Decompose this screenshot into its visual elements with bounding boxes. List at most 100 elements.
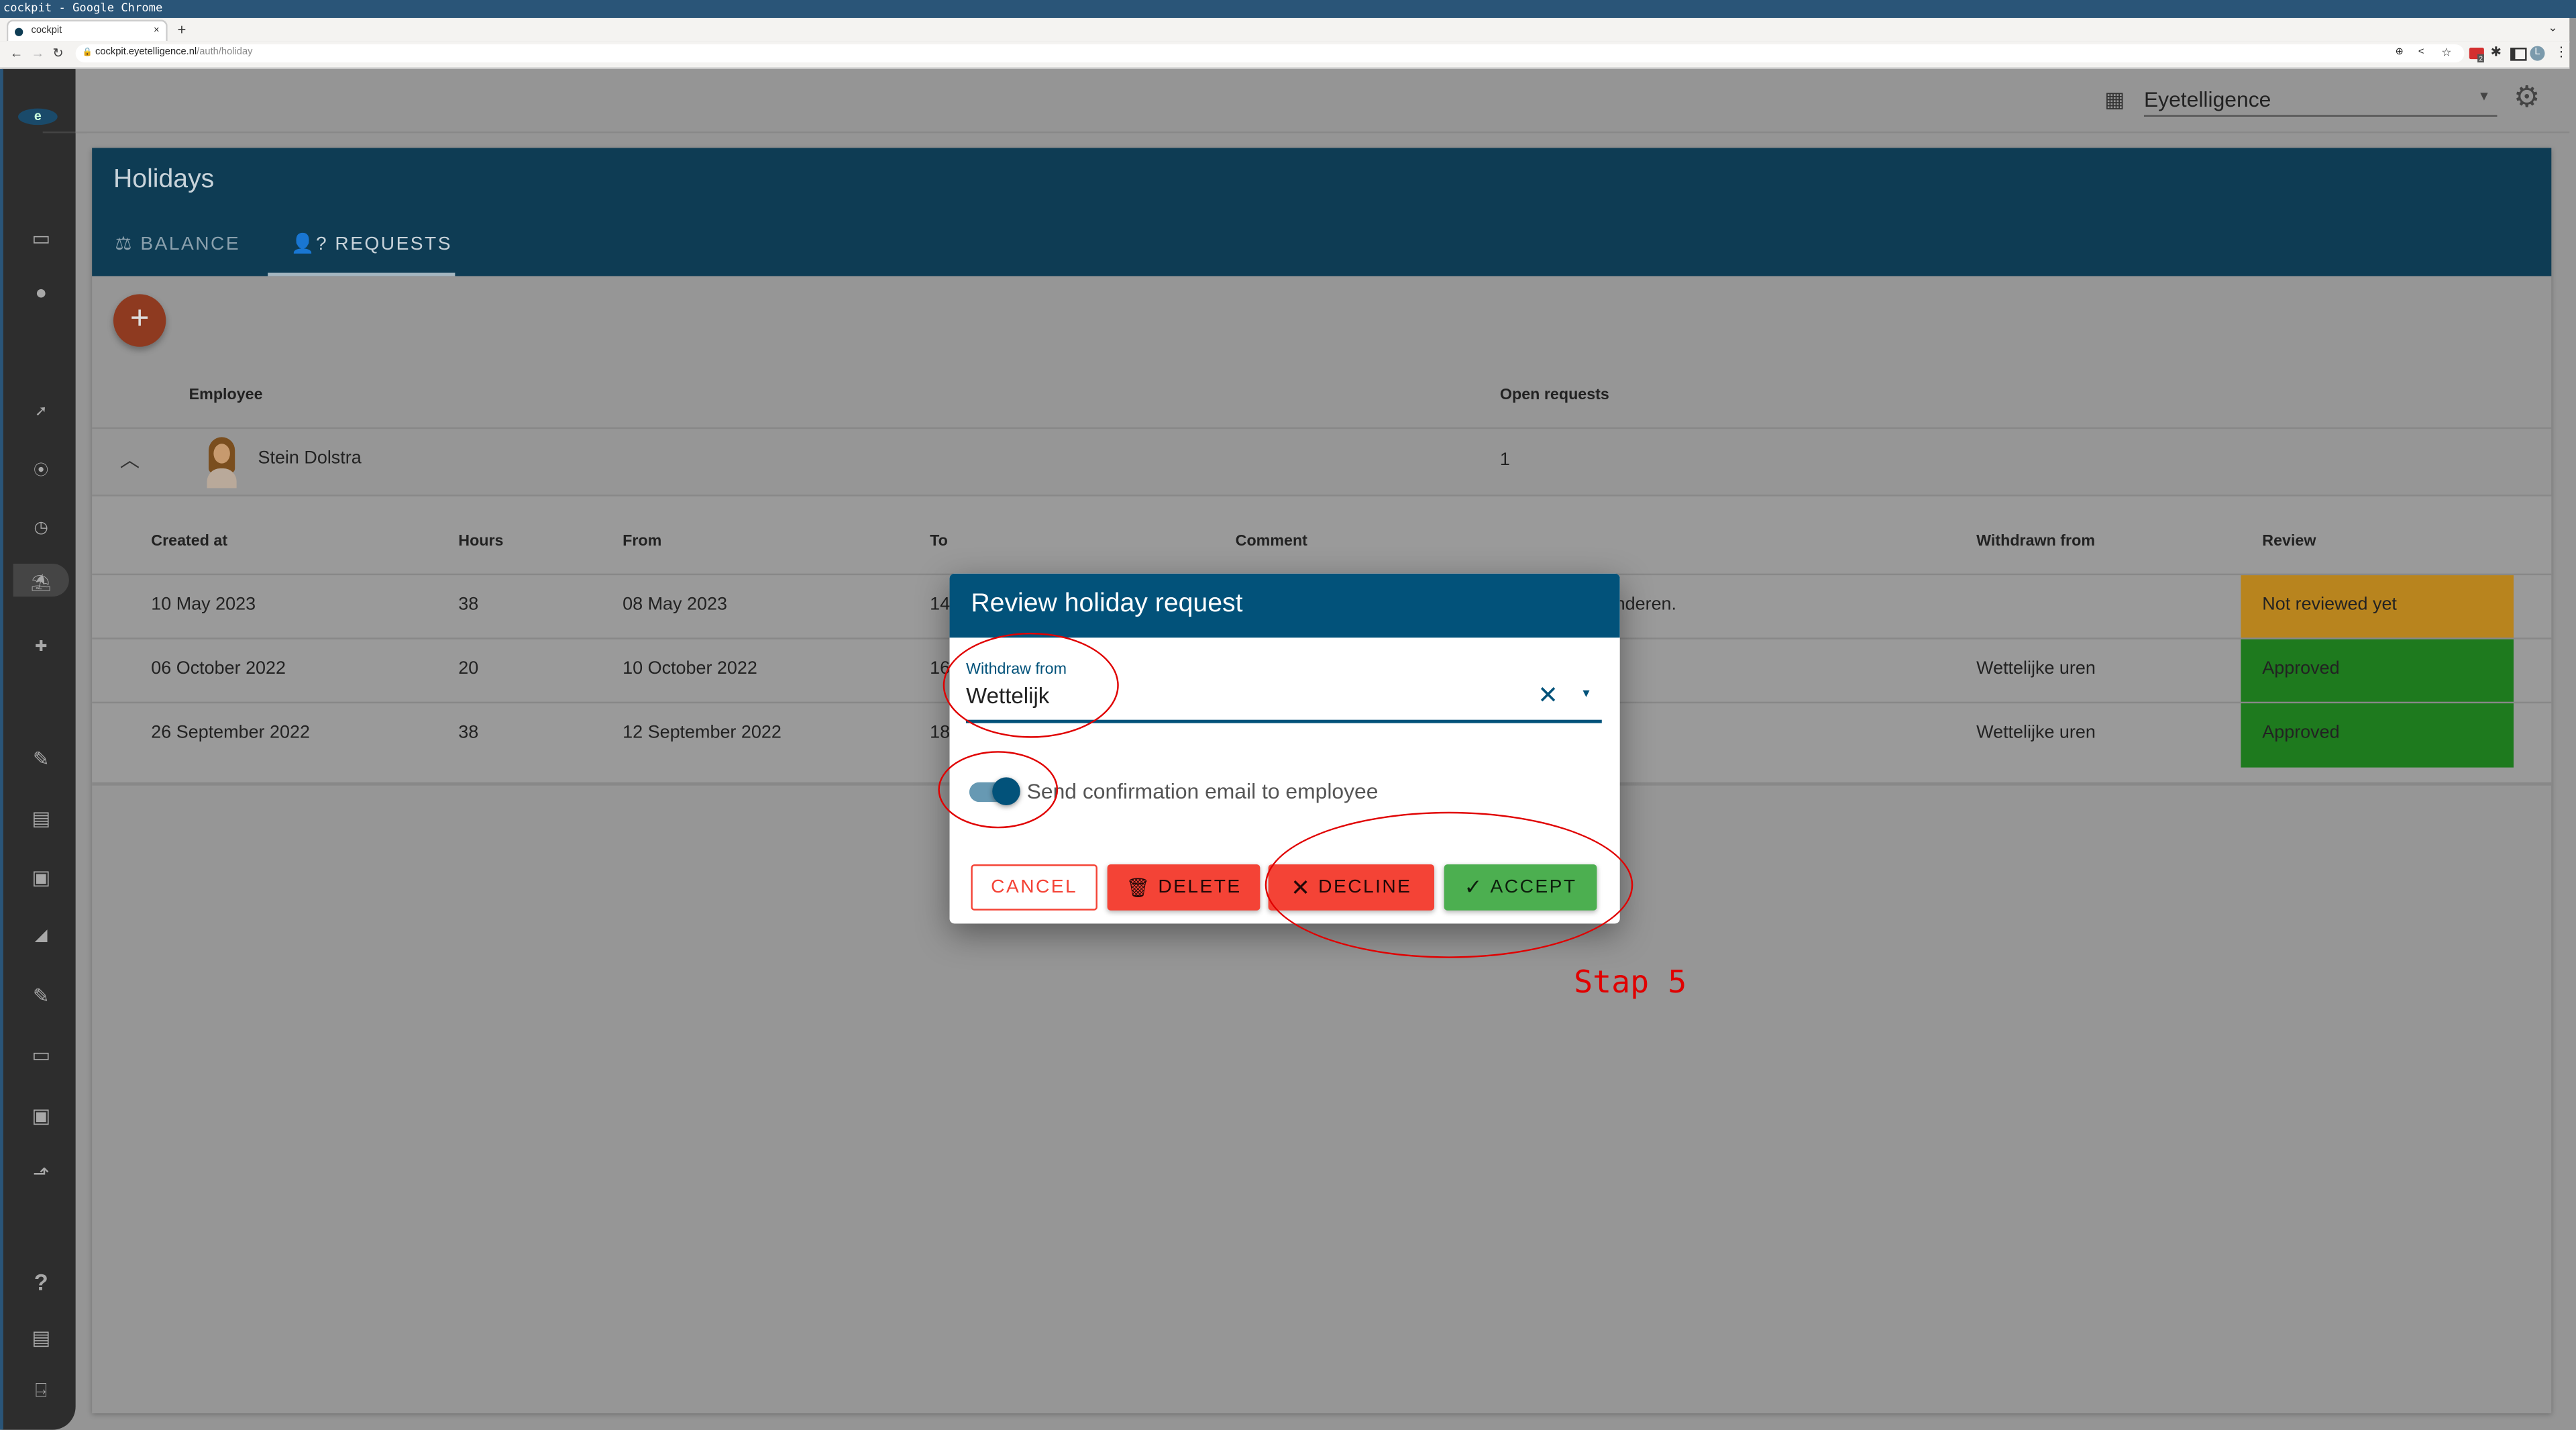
- browser-tab[interactable]: cockpit ×: [6, 19, 168, 43]
- exit-icon[interactable]: ⍈: [26, 1379, 56, 1402]
- clock-icon[interactable]: ◷: [26, 517, 56, 540]
- cell-withdrawn: Wettelijke uren: [1976, 723, 2096, 743]
- company-value: Eyetelligence: [2143, 87, 2271, 112]
- column-header-open-requests: Open requests: [1499, 386, 1609, 405]
- cancel-button[interactable]: CANCEL: [971, 864, 1097, 911]
- review-status-badge: Approved: [2241, 639, 2514, 704]
- url-path: /auth/holiday: [197, 48, 253, 58]
- dialog-header: Review holiday request: [949, 573, 1620, 638]
- open-requests-count: 1: [1499, 450, 1510, 470]
- column-header-withdrawn: Withdrawn from: [1976, 532, 2096, 551]
- medical-kit-icon[interactable]: ✚: [26, 634, 56, 657]
- company-select[interactable]: Eyetelligence ▼: [2143, 82, 2498, 117]
- forward-icon[interactable]: →: [32, 46, 45, 61]
- person-question-icon: 👤?: [290, 235, 329, 255]
- close-tab-icon[interactable]: ×: [154, 21, 160, 43]
- review-status-text: Approved: [2262, 723, 2340, 743]
- card-header: Holidays ⚖ BALANCE 👤? REQUESTS: [92, 148, 2552, 276]
- cell-hours: 38: [458, 595, 479, 615]
- review-status-badge: Not reviewed yet: [2241, 575, 2514, 640]
- withdraw-from-value: Wettelijk: [966, 683, 1050, 709]
- toggle-thumb: [992, 777, 1020, 806]
- book-icon[interactable]: ▤: [26, 1326, 56, 1349]
- money-icon[interactable]: ▣: [26, 1105, 56, 1127]
- column-header-from: From: [623, 532, 662, 551]
- back-icon[interactable]: ←: [10, 46, 23, 61]
- review-status-badge: Approved: [2241, 703, 2514, 768]
- sidebar: e ▭ ● ➚ ⦿ ◷ ⛱ ✚ ✎ ▤ ▣ ◢ ✎ ▭ ▣ ⬏ ? ▤ ⍈: [0, 68, 87, 1430]
- new-tab-icon[interactable]: +: [177, 18, 186, 41]
- share-icon[interactable]: <: [2418, 44, 2424, 62]
- page-title: Holidays: [113, 166, 215, 194]
- time-clock-icon[interactable]: ⦿: [26, 458, 56, 481]
- column-header-to: To: [930, 532, 948, 551]
- email-toggle[interactable]: [969, 777, 1020, 806]
- add-request-button[interactable]: +: [113, 294, 166, 347]
- app-topbar: ▦ Eyetelligence ▼ ⚙: [75, 68, 2570, 134]
- review-status-text: Approved: [2262, 659, 2340, 679]
- cell-to: 18: [930, 723, 951, 743]
- cell-from: 10 October 2022: [623, 659, 757, 679]
- address-bar-row: ← → ↻ 🔒 cockpit.eyetelligence.nl/auth/ho…: [0, 41, 2570, 69]
- avatar: [202, 436, 241, 489]
- url-input[interactable]: 🔒 cockpit.eyetelligence.nl/auth/holiday …: [75, 44, 2465, 63]
- help-icon[interactable]: ?: [26, 1270, 56, 1293]
- camera-icon[interactable]: ◢: [26, 925, 56, 948]
- reload-icon[interactable]: ↻: [52, 46, 63, 61]
- favicon-icon: [15, 28, 23, 36]
- tab-list-chevron-icon[interactable]: ⌄: [2548, 18, 2557, 41]
- dropdown-arrow-icon: ▼: [2477, 89, 2491, 104]
- cell-from: 08 May 2023: [623, 595, 727, 615]
- cash-register-icon[interactable]: ▤: [26, 807, 56, 829]
- company-grid-icon: ▦: [2104, 87, 2125, 112]
- withdraw-from-label: Withdraw from: [966, 660, 1067, 679]
- annotation-step-label: Stap 5: [1574, 964, 1687, 1001]
- review-dialog: Review holiday request Withdraw from Wet…: [949, 573, 1620, 924]
- column-header-employee: Employee: [189, 386, 263, 405]
- lock-icon: 🔒: [82, 48, 93, 58]
- logo-letter: e: [34, 108, 42, 123]
- column-header-comment: Comment: [1235, 532, 1307, 551]
- cell-from: 12 September 2022: [623, 723, 782, 743]
- calendar-icon[interactable]: ▭: [26, 227, 56, 250]
- bookmark-star-icon[interactable]: ☆: [2441, 44, 2451, 62]
- extensions-puzzle-icon[interactable]: ✱: [2491, 44, 2502, 59]
- tab-requests[interactable]: 👤? REQUESTS: [268, 232, 455, 276]
- chrome-menu-icon[interactable]: ⋮: [2555, 44, 2568, 59]
- document-edit-icon[interactable]: ✎: [26, 748, 56, 770]
- collapse-chevron-icon[interactable]: ︿: [120, 446, 140, 474]
- window-title: cockpit - Google Chrome: [0, 0, 2576, 18]
- delete-button[interactable]: 🗑 DELETE: [1107, 864, 1260, 911]
- profile-avatar[interactable]: L: [2530, 46, 2545, 61]
- employee-row[interactable]: ︿ Stein Dolstra 1: [92, 427, 2552, 497]
- withdraw-from-select[interactable]: Withdraw from Wettelijk ✕ ▼: [966, 659, 1602, 723]
- x-icon: ✕: [1291, 873, 1312, 900]
- side-panel-icon[interactable]: [2510, 48, 2527, 61]
- accept-label: ACCEPT: [1490, 877, 1577, 898]
- zoom-icon[interactable]: ⊕: [2396, 44, 2404, 62]
- stairs-icon[interactable]: ⬏: [26, 1162, 56, 1184]
- holiday-icon[interactable]: ⛱: [26, 574, 56, 597]
- cell-created: 26 September 2022: [151, 723, 310, 743]
- screen: cockpit - Google Chrome cockpit × + ⌄ ← …: [0, 0, 2576, 1430]
- dropdown-arrow-icon[interactable]: ▼: [1580, 688, 1592, 700]
- form-edit-icon[interactable]: ✎: [26, 984, 56, 1007]
- cell-hours: 38: [458, 723, 479, 743]
- accept-button[interactable]: ✓ ACCEPT: [1444, 864, 1597, 911]
- contact-card-icon[interactable]: ▣: [26, 866, 56, 889]
- person-icon[interactable]: ●: [26, 281, 56, 304]
- review-status-text: Not reviewed yet: [2262, 595, 2397, 615]
- clear-icon[interactable]: ✕: [1538, 680, 1558, 710]
- dialog-title: Review holiday request: [971, 590, 1243, 618]
- decline-button[interactable]: ✕ DECLINE: [1268, 864, 1434, 911]
- tab-requests-label: REQUESTS: [335, 235, 452, 255]
- settings-gear-icon[interactable]: ⚙: [2514, 81, 2540, 115]
- trash-icon: 🗑: [1126, 879, 1152, 899]
- check-icon: ✓: [1464, 874, 1484, 899]
- monitor-icon[interactable]: ▭: [26, 1043, 56, 1066]
- url-host: cockpit.eyetelligence.nl: [95, 48, 197, 58]
- column-header-review: Review: [2262, 532, 2316, 551]
- sick-icon[interactable]: ➚: [26, 399, 56, 422]
- tab-balance[interactable]: ⚖ BALANCE: [115, 232, 240, 254]
- logo-icon[interactable]: e: [17, 108, 58, 125]
